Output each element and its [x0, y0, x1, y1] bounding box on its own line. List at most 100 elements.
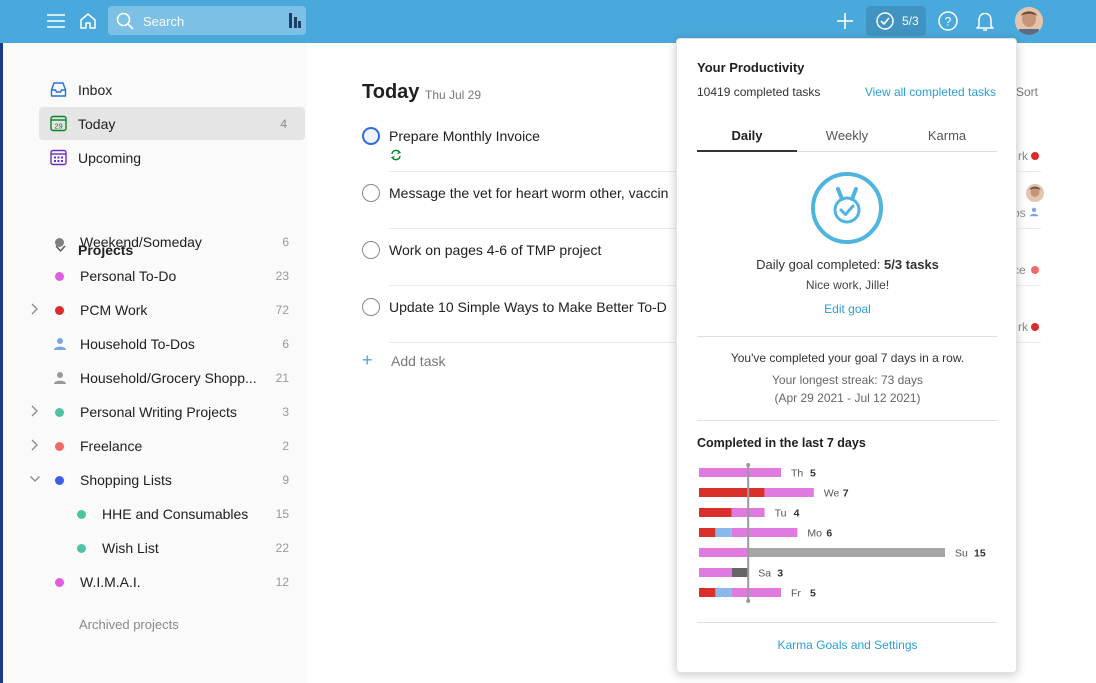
karma-goals-settings-link[interactable]: Karma Goals and Settings [677, 638, 1018, 652]
search-icon [116, 12, 134, 30]
page-title: Today [362, 81, 420, 103]
bar-day-label: Mo [807, 528, 822, 540]
sidebar-project-freelance[interactable]: Freelance 2 [27, 431, 299, 461]
project-label: Shopping Lists [80, 472, 172, 488]
sidebar-item-upcoming[interactable]: Upcoming [39, 141, 305, 174]
daily-goal-value: 5/3 tasks [883, 257, 939, 272]
assignee-avatar[interactable] [1026, 184, 1044, 202]
project-color-dot [1031, 323, 1039, 331]
last7-chart: Th 5 We 7 Tu 4 Mo 6 Su 15 Sa 3 Fr 5 [699, 463, 986, 603]
bar-segment-mo [731, 528, 798, 537]
project-count: 22 [275, 541, 289, 555]
bell-icon[interactable] [972, 8, 998, 34]
shared-person-icon [54, 338, 66, 350]
chevron-right-icon[interactable] [29, 404, 41, 418]
sidebar-project-wish-list[interactable]: Wish List 22 [27, 533, 299, 563]
bar-day-label: Sa [758, 568, 771, 580]
project-label: W.I.M.A.I. [80, 574, 141, 590]
help-icon[interactable]: ? [935, 8, 961, 34]
task-text: Prepare Monthly Invoice [389, 128, 540, 144]
sidebar-project-wimai[interactable]: W.I.M.A.I. 12 [27, 567, 299, 597]
task-checkbox[interactable] [362, 127, 380, 145]
bar-day-label: Fr [791, 588, 801, 600]
tab-daily[interactable]: Daily [697, 128, 797, 143]
popup-title: Your Productivity [697, 60, 805, 75]
chevron-right-icon[interactable] [29, 302, 41, 316]
sidebar-item-label: Inbox [78, 82, 113, 98]
page-date: Thu Jul 29 [425, 88, 482, 102]
completed-count: 10419 completed tasks [697, 85, 821, 99]
chevron-right-icon[interactable] [29, 438, 41, 452]
project-color-dot [1031, 266, 1039, 274]
edit-goal-link[interactable]: Edit goal [677, 302, 1018, 316]
project-label: Household/Grocery Shopp... [80, 370, 257, 386]
streak-text: You've completed your goal 7 days in a r… [730, 351, 965, 365]
svg-text:29: 29 [54, 122, 62, 131]
sidebar-project-pcm-work[interactable]: PCM Work 72 [27, 295, 299, 325]
bar-total-label: 5 [810, 588, 816, 600]
calendar-today-icon: 29 [50, 115, 67, 132]
project-count: 6 [282, 337, 289, 351]
project-count: 23 [275, 269, 289, 283]
sidebar-item-inbox[interactable]: Inbox [39, 73, 305, 106]
productivity-popup: Your Productivity 10419 completed tasks … [676, 38, 1017, 673]
bar-segment-we [699, 488, 765, 497]
bar-segment-sa [699, 568, 732, 577]
plus-icon: + [362, 350, 373, 370]
sidebar-project-personal-writing[interactable]: Personal Writing Projects 3 [27, 397, 299, 427]
project-label: Personal To-Do [80, 268, 177, 284]
bar-total-label: 6 [826, 528, 832, 540]
project-color-dot [55, 442, 64, 451]
task-checkbox[interactable] [362, 298, 380, 316]
project-label: Household To-Dos [80, 336, 195, 352]
add-task-icon[interactable] [832, 8, 858, 34]
sidebar-project-weekend-someday[interactable]: Weekend/Someday 6 [27, 227, 299, 257]
project-color-dot [1031, 152, 1039, 160]
home-icon[interactable] [75, 8, 101, 34]
tab-weekly[interactable]: Weekly [797, 128, 897, 143]
bar-segment-th [699, 468, 781, 477]
project-label: Freelance [80, 438, 143, 454]
tab-karma[interactable]: Karma [897, 128, 997, 143]
avatar[interactable] [1015, 7, 1043, 35]
task-project-tag: rk [1018, 149, 1028, 163]
goal-medal-icon [811, 172, 883, 244]
sidebar-project-shopping-lists[interactable]: Shopping Lists 9 [27, 465, 299, 495]
extension-icon[interactable] [289, 13, 301, 28]
productivity-button[interactable]: 5/3 [866, 6, 926, 36]
task-checkbox[interactable] [362, 184, 380, 202]
sidebar-item-label: Upcoming [78, 150, 142, 166]
sidebar-item-today[interactable]: 29 Today 4 [39, 107, 305, 140]
bar-total-label: 15 [974, 548, 986, 560]
top-bar: Search 5/3 ? [0, 0, 1096, 43]
project-color-dot [77, 510, 86, 519]
project-label: Weekend/Someday [80, 234, 202, 250]
shared-person-icon [54, 372, 66, 384]
search-placeholder: Search [143, 14, 185, 29]
bar-segment-tu [699, 508, 732, 517]
sidebar-project-household-grocery[interactable]: Household/Grocery Shopp... 21 [27, 363, 299, 393]
divider [697, 420, 997, 421]
sidebar-project-personal-todo[interactable]: Personal To-Do 23 [27, 261, 299, 291]
chevron-down-icon[interactable] [29, 472, 41, 486]
sort-button[interactable]: Sort [1016, 85, 1038, 99]
bar-total-label: 3 [777, 568, 783, 580]
view-all-completed-link[interactable]: View all completed tasks [865, 85, 996, 99]
project-count: 21 [275, 371, 289, 385]
project-color-dot [77, 544, 86, 553]
bar-total-label: 4 [794, 508, 800, 520]
search-input[interactable]: Search [108, 6, 306, 35]
project-label: Personal Writing Projects [80, 404, 237, 420]
bar-total-label: 5 [810, 468, 816, 480]
archived-projects-link[interactable]: Archived projects [79, 617, 179, 632]
task-checkbox[interactable] [362, 241, 380, 259]
bar-segment-su [699, 548, 749, 557]
menu-icon[interactable] [43, 8, 69, 34]
last7-title: Completed in the last 7 days [697, 436, 866, 450]
project-count: 15 [275, 507, 289, 521]
project-color-dot [55, 578, 64, 587]
project-count: 6 [282, 235, 289, 249]
sidebar-project-household-todos[interactable]: Household To-Dos 6 [27, 329, 299, 359]
sidebar-project-hhe-consumables[interactable]: HHE and Consumables 15 [27, 499, 299, 529]
goal-progress: 5/3 [902, 14, 919, 28]
